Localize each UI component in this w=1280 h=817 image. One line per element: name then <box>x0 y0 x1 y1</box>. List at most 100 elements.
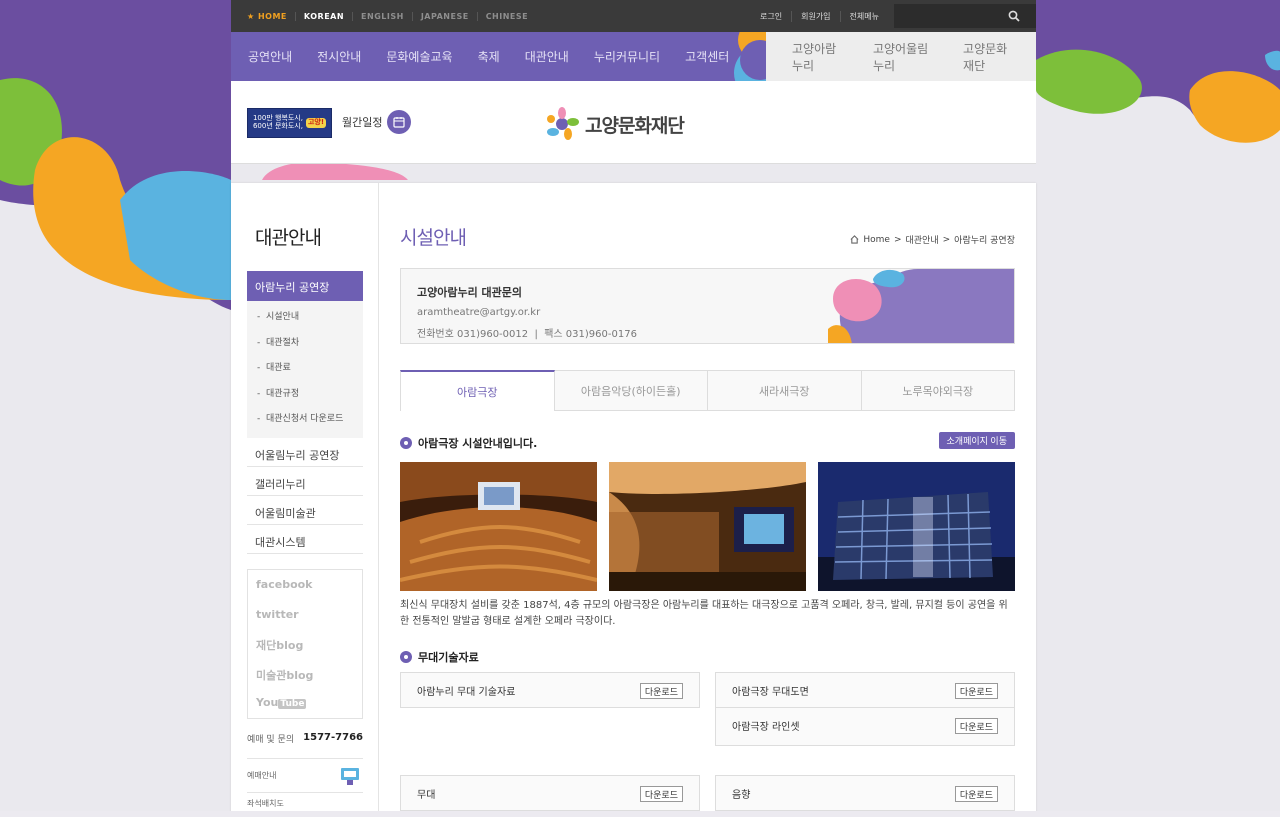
download-list: 음향 다운로드 <box>715 775 1015 811</box>
sns-links: facebook twitter 재단blog 미술관blog You Tube <box>247 569 363 719</box>
download-button[interactable]: 다운로드 <box>954 786 998 802</box>
bullet-icon <box>400 437 412 449</box>
page-title: 시설안내 <box>400 227 467 249</box>
download-row: 아람극장 라인셋 다운로드 <box>716 708 1014 746</box>
auditorium-photo <box>400 462 597 591</box>
lnb-sub-procedure[interactable]: - 대관절차 <box>247 327 363 353</box>
gnb-festival[interactable]: 축제 <box>478 48 500 65</box>
lnb-item[interactable]: 어울림누리 공연장 <box>247 438 363 467</box>
booking-label: 예매안내 <box>247 771 277 780</box>
seat-map-link[interactable]: 좌석배치도 <box>247 798 363 809</box>
top-bar: ★ HOME KOREAN ENGLISH JAPANESE CHINESE 로… <box>231 0 1036 32</box>
foundation-blog-link[interactable]: 재단blog <box>256 637 362 667</box>
login-link[interactable]: 로그인 <box>751 11 791 22</box>
monthly-schedule-link[interactable]: 월간일정 <box>342 110 412 134</box>
lnb-item[interactable]: 갤러리누리 <box>247 467 363 496</box>
download-title: 아람누리 무대 기술자료 <box>417 687 516 698</box>
gnb-community[interactable]: 누리커뮤니티 <box>594 48 660 65</box>
tab-outdoor-theatre[interactable]: 노루목야외극장 <box>861 370 1015 411</box>
breadcrumb-item[interactable]: 대관안내 <box>906 233 939 246</box>
bullet-icon <box>400 651 412 663</box>
booking-guide-link[interactable]: 예매안내 <box>247 758 363 793</box>
site-aramnuri[interactable]: 고양아람누리 <box>792 40 847 74</box>
rental-contact-box: 고양아람누리 대관문의 aramtheatre@artgy.or.kr 전화번호… <box>400 268 1015 344</box>
lnb-others: 어울림누리 공연장 갤러리누리 어울림미술관 대관시스템 <box>247 438 363 554</box>
download-button[interactable]: 다운로드 <box>639 683 683 699</box>
download-row: 무대 다운로드 <box>401 776 699 811</box>
contact-phone: 예매 및 문의 1577-7766 <box>247 732 363 745</box>
lang-japanese[interactable]: JAPANESE <box>411 11 477 21</box>
download-button[interactable]: 다운로드 <box>954 718 998 734</box>
intro-page-button[interactable]: 소개페이지 이동 <box>938 432 1015 449</box>
site-links: 고양아람누리 고양어울림누리 고양문화재단 <box>766 32 1036 81</box>
download-title: 음향 <box>732 790 751 801</box>
local-navigation: 대관안내 아람누리 공연장 - 시설안내 - 대관절차 - 대관료 - 대관규정… <box>231 183 379 817</box>
contact-email: aramtheatre@artgy.or.kr <box>417 307 541 318</box>
contact-decoration <box>828 269 1014 343</box>
twitter-link[interactable]: twitter <box>256 608 362 638</box>
lnb-item[interactable]: 대관시스템 <box>247 525 363 554</box>
city-banner[interactable]: 100만 행복도시, 600년 문화도시, 고양! <box>247 108 332 138</box>
lnb-submenu: - 시설안내 - 대관절차 - 대관료 - 대관규정 - 대관신청서 다운로드 <box>247 301 363 438</box>
search-box <box>894 4 1036 28</box>
gnb-performance[interactable]: 공연안내 <box>248 48 292 65</box>
site-foundation[interactable]: 고양문화재단 <box>963 40 1018 74</box>
gnb-rental[interactable]: 대관안내 <box>525 48 569 65</box>
download-list: 무대 다운로드 <box>400 775 700 811</box>
youtube-link[interactable]: You Tube <box>256 696 362 726</box>
banner-highlight: 고양! <box>305 118 327 128</box>
download-list: 아람극장 무대도면 다운로드 아람극장 라인셋 다운로드 <box>715 672 1015 746</box>
browser-bottom-edge <box>0 811 1280 817</box>
lnb-active-item[interactable]: 아람누리 공연장 <box>247 271 363 301</box>
breadcrumb-item[interactable]: 아람누리 공연장 <box>954 233 1015 246</box>
section-title: 아람극장 시설안내입니다. <box>400 435 537 451</box>
download-row: 음향 다운로드 <box>716 776 1014 811</box>
signup-link[interactable]: 회원가입 <box>791 10 839 22</box>
building-photo <box>818 462 1015 591</box>
monthly-label: 월간일정 <box>342 116 383 129</box>
breadcrumb-separator: > <box>942 234 951 245</box>
gnb-education[interactable]: 문화예술교육 <box>386 48 452 65</box>
breadcrumb-separator: > <box>893 234 902 245</box>
gallery-blog-link[interactable]: 미술관blog <box>256 667 362 697</box>
banner-text: 600년 문화도시, <box>252 122 303 130</box>
language-menu: ★ HOME KOREAN ENGLISH JAPANESE CHINESE <box>247 11 536 21</box>
facebook-link[interactable]: facebook <box>256 578 362 608</box>
download-button[interactable]: 다운로드 <box>639 786 683 802</box>
breadcrumb: Home > 대관안내 > 아람누리 공연장 <box>850 233 1015 246</box>
lnb-sub-form[interactable]: - 대관신청서 다운로드 <box>247 403 363 429</box>
lnb-item[interactable]: 어울림미술관 <box>247 496 363 525</box>
tab-aram-concert-hall[interactable]: 아람음악당(하이든홀) <box>554 370 708 411</box>
breadcrumb-home[interactable]: Home <box>863 235 890 245</box>
logo[interactable]: 고양문화재단 <box>544 106 685 142</box>
venue-tabs: 아람극장 아람음악당(하이든홀) 새라새극장 노루목야외극장 <box>400 370 1015 411</box>
download-title: 아람극장 라인셋 <box>732 722 800 733</box>
contact-title: 고양아람누리 대관문의 <box>417 286 523 299</box>
search-icon[interactable] <box>1008 10 1020 22</box>
tab-aram-theatre[interactable]: 아람극장 <box>400 370 555 411</box>
site-oullimnuri[interactable]: 고양어울림누리 <box>873 40 937 74</box>
ticket-icon <box>341 768 359 785</box>
lang-chinese[interactable]: CHINESE <box>476 11 536 21</box>
logo-icon <box>547 107 579 140</box>
phone-number: 1577-7766 <box>303 732 363 743</box>
lang-korean[interactable]: KOREAN <box>294 11 352 21</box>
global-navigation: 공연안내 전시안내 문화예술교육 축제 대관안내 누리커뮤니티 고객센터 고양아… <box>231 32 1036 81</box>
download-list: 아람누리 무대 기술자료 다운로드 <box>400 672 700 708</box>
contact-phone-fax: 전화번호 031)960-0012 | 팩스 031)960-0176 <box>417 329 637 340</box>
gnb-exhibition[interactable]: 전시안내 <box>317 48 361 65</box>
lnb-title: 대관안내 <box>255 227 322 249</box>
tab-saerasae-theatre[interactable]: 새라새극장 <box>708 370 862 411</box>
lang-english[interactable]: ENGLISH <box>352 11 412 21</box>
phone-label: 예매 및 문의 <box>247 735 295 745</box>
gnb-customer[interactable]: 고객센터 <box>685 48 729 65</box>
download-row: 아람누리 무대 기술자료 다운로드 <box>401 673 699 708</box>
content-panel: 대관안내 아람누리 공연장 - 시설안내 - 대관절차 - 대관료 - 대관규정… <box>231 183 1036 817</box>
calendar-icon <box>387 110 412 134</box>
lnb-sub-facility[interactable]: - 시설안내 <box>247 301 363 327</box>
home-link[interactable]: ★ HOME <box>247 12 295 21</box>
download-button[interactable]: 다운로드 <box>954 683 998 699</box>
sitemap-link[interactable]: 전체메뉴 <box>839 10 888 22</box>
lnb-sub-fee[interactable]: - 대관료 <box>247 352 363 378</box>
lnb-sub-rules[interactable]: - 대관규정 <box>247 378 363 404</box>
